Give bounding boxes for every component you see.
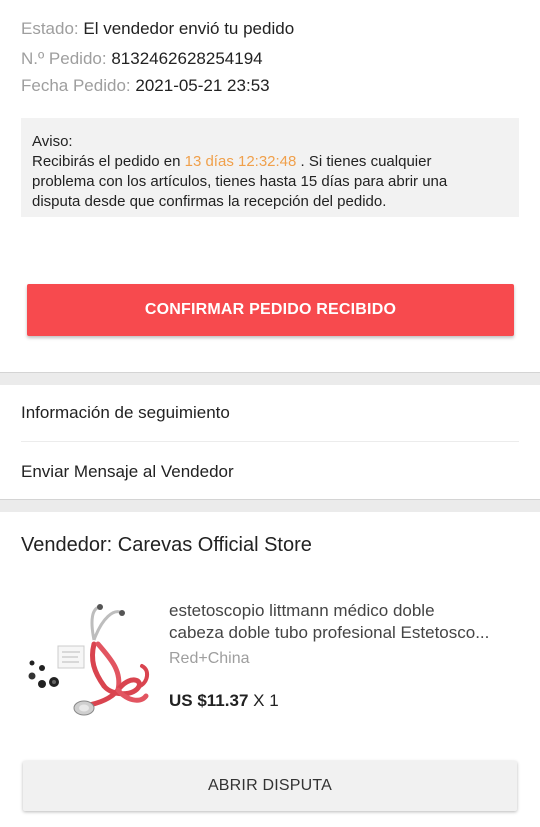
notice-line-2: problema con los artículos, tienes hasta… xyxy=(32,173,448,190)
menu-divider xyxy=(21,441,519,442)
order-date-value: 2021-05-21 23:53 xyxy=(135,76,270,95)
delivery-notice: Aviso: Recibirás el pedido en 13 días 12… xyxy=(21,118,519,217)
order-status-value: El vendedor envió tu pedido xyxy=(83,19,295,38)
open-dispute-button[interactable]: ABRIR DISPUTA xyxy=(23,761,517,811)
notice-line-1: Recibirás el pedido en 13 días 12:32:48 … xyxy=(32,152,507,172)
notice-text-before: Recibirás el pedido en xyxy=(32,153,181,170)
tracking-info-item[interactable]: Información de seguimiento xyxy=(0,384,540,442)
product-title-line-1: estetoscopio littmann médico doble xyxy=(169,601,435,620)
product-price: US $11.37 xyxy=(169,691,249,710)
notice-text-line1-end: . Si tienes cualquier xyxy=(300,153,432,170)
notice-countdown: 13 días 12:32:48 xyxy=(184,153,297,170)
order-date-label: Fecha Pedido: xyxy=(21,76,131,95)
notice-line-3: disputa desde que confirmas la recepción… xyxy=(32,193,387,210)
product-price-row: US $11.37 X 1 xyxy=(169,691,279,711)
product-quantity: X 1 xyxy=(253,691,279,710)
notice-title: Aviso: xyxy=(32,133,73,150)
seller-name[interactable]: Vendedor: Carevas Official Store xyxy=(21,534,312,557)
order-number-row: N.º Pedido: 8132462628254194 xyxy=(21,49,263,69)
confirm-received-button[interactable]: CONFIRMAR PEDIDO RECIBIDO xyxy=(27,284,514,336)
product-title-line-2: cabeza doble tubo profesional Estetosco.… xyxy=(169,623,490,642)
message-seller-item[interactable]: Enviar Mensaje al Vendedor xyxy=(0,443,540,501)
stethoscope-icon xyxy=(28,604,149,716)
order-date-row: Fecha Pedido: 2021-05-21 23:53 xyxy=(21,76,270,96)
order-status-row: Estado: El vendedor envió tu pedido xyxy=(21,19,294,39)
order-number-label: N.º Pedido: xyxy=(21,49,107,68)
section-separator xyxy=(0,499,540,512)
stethoscope-image[interactable] xyxy=(22,600,154,725)
product-variant: Red+China xyxy=(169,650,250,667)
order-status-label: Estado: xyxy=(21,19,79,38)
product-title[interactable]: estetoscopio littmann médico doble cabez… xyxy=(169,600,521,644)
order-number-value: 8132462628254194 xyxy=(111,49,263,68)
